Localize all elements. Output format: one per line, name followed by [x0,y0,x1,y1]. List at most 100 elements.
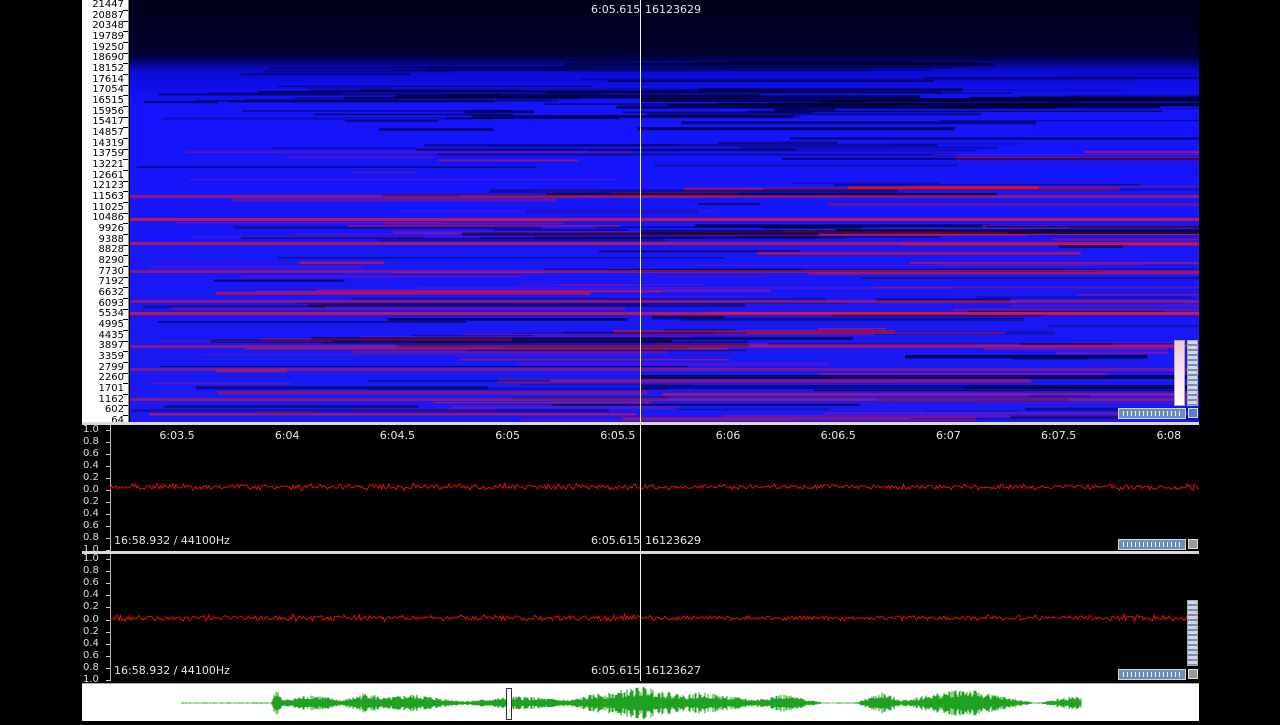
spectral-band [617,105,1059,109]
spectral-band [195,386,489,390]
spectrogram-cursor-sample: 16123629 [645,3,701,16]
frequency-label: 8290 [98,255,124,266]
spectral-band [244,348,728,350]
spectral-band [487,144,677,147]
spectral-band [130,242,1199,245]
frequency-label: 9388 [98,233,124,245]
spectral-band [415,148,796,151]
amplitude-label: 0.6 [83,577,99,589]
channel-2-cursor-sample: 16123627 [645,664,701,677]
time-label: 6:04.5 [379,429,415,442]
spectral-band [681,121,1037,125]
spectral-band [131,409,609,413]
spectral-band [640,98,1199,102]
amplitude-axis: 1.0 0.8 0.6 0.4 0.2 0.0 0.2 0.4 0.6 0.8 1.0 [82,425,111,555]
spectral-band [351,171,416,174]
spectral-band [607,80,935,82]
overview-waveform-strip[interactable] [82,683,1199,721]
playhead-line-channel-1[interactable] [640,425,641,551]
amplitude-label: 0.4 [83,460,99,471]
spectrogram-options-button[interactable] [1188,408,1198,418]
frequency-label: 7730 [98,265,124,277]
spectral-band [277,85,593,88]
spectral-band [791,182,940,184]
spectral-band [149,413,637,416]
waveform-trace-channel-2 [110,612,1199,624]
spectral-band [153,382,291,385]
spectral-band [909,262,1199,264]
playhead-line-channel-2[interactable] [640,554,641,681]
time-label: 6:06.5 [820,429,856,442]
spectral-band [451,406,679,409]
frequency-label: 8828 [98,244,124,256]
spectral-band [924,410,1019,412]
frequency-label: 11025 [92,201,124,213]
overview-position-handle[interactable] [506,688,512,720]
spectral-band [241,110,513,112]
spectral-band [130,195,1199,198]
spectrogram-zoom-control[interactable] [1118,408,1186,419]
frequency-label: 3359 [98,351,124,362]
spectral-band [347,225,621,227]
frequency-label: 20348 [92,20,124,32]
spectral-band [757,251,1081,255]
gain-slider[interactable] [1187,340,1198,406]
spectral-band [497,379,1031,383]
spectral-band [143,101,219,104]
spectral-band [188,179,620,181]
spectral-band [378,239,666,242]
spectral-band [130,345,1199,348]
spectral-band [193,99,559,102]
amplitude-label: 0.4 [83,637,99,649]
channel-2-options-button[interactable] [1188,669,1198,679]
amplitude-axis: 1.0 0.8 0.6 0.4 0.2 0.0 0.2 0.4 0.6 0.8 1.0 [82,554,111,685]
spectral-band [640,230,1199,234]
spectral-band [384,222,563,225]
spectral-band [417,287,952,289]
spectral-band [256,291,662,293]
waveform-path [110,612,1199,624]
channel-2-gain-slider[interactable] [1187,600,1198,666]
channel-1-options-button[interactable] [1188,539,1198,549]
channel-2-info: 16:58.932 / 44100Hz [114,664,230,677]
spectral-band [130,368,1199,371]
spectral-band [637,127,955,131]
amplitude-label: 0.2 [83,472,99,483]
playhead-line-spectrogram[interactable] [640,0,641,422]
spectral-band [217,391,649,395]
time-label: 6:07.5 [1040,429,1077,442]
spectral-band [130,300,1199,303]
spectral-band [130,312,1199,315]
spectral-band [130,398,1199,401]
spectral-band [657,275,763,278]
spectral-band [438,159,579,162]
spectral-band [387,318,628,321]
time-label: 6:08 [1156,429,1182,442]
spectral-band [240,73,411,76]
frequency-label: 19250 [92,41,124,53]
channel-1-info: 16:58.932 / 44100Hz [114,534,230,547]
spectral-band [1077,294,1199,296]
color-scale-slider[interactable] [1174,340,1185,406]
spectral-band [213,279,345,282]
spectral-band [1053,238,1199,241]
time-label: 6:05.5 [600,429,636,442]
frequency-label: 11563 [92,191,124,202]
amplitude-label: 0.4 [83,589,99,601]
spectrogram-image[interactable] [130,0,1199,422]
spectral-band [933,154,1199,156]
channel-2-zoom-control[interactable] [1118,669,1186,680]
spectral-band [646,89,1123,91]
frequency-label: 19789 [92,31,124,42]
spectral-band [379,128,495,131]
spectral-band [307,303,745,307]
frequency-label: 13759 [92,148,124,160]
spectral-band [396,210,718,212]
time-label: 6:06 [715,429,741,442]
spectral-band [163,405,419,408]
spectral-band [717,141,838,144]
channel-1-zoom-control[interactable] [1118,539,1186,550]
amplitude-label: 0.2 [83,625,99,637]
spectral-band [130,218,1199,221]
amplitude-label: 0.8 [83,532,99,543]
